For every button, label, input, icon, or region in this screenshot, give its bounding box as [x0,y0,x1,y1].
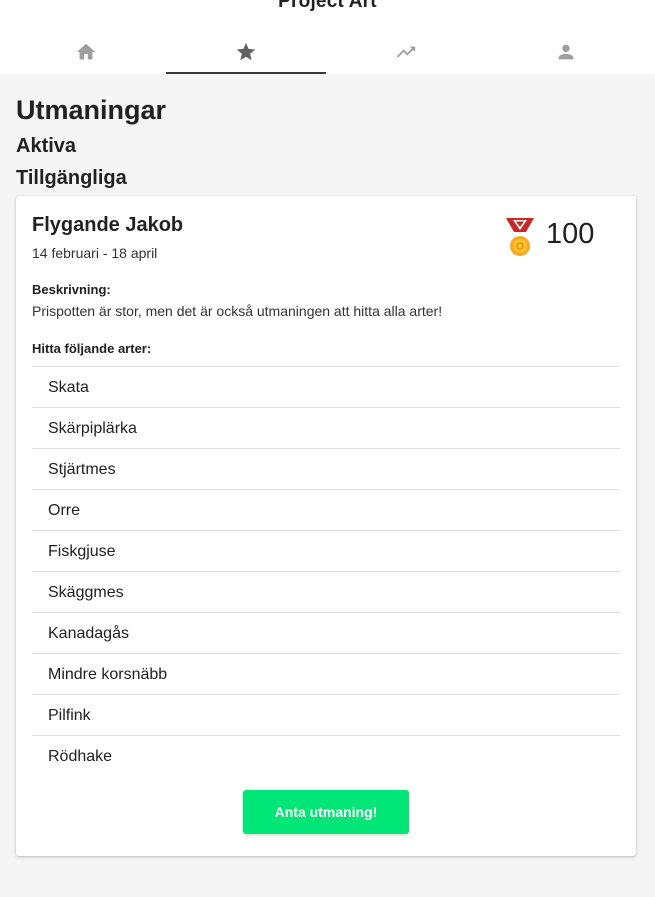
tab-home[interactable] [6,30,166,74]
tab-bar [6,30,646,74]
tab-stats[interactable] [326,30,486,74]
challenge-dates: 14 februari - 18 april [32,245,158,261]
medal-icon [506,218,534,256]
app-bar: Project Art [0,0,655,74]
section-available-heading: Tillgängliga [16,167,127,189]
description-text: Prispotten är stor, men det är också utm… [32,303,443,319]
species-item: Orre [32,490,620,531]
species-item: Rödhake [48,748,113,765]
app-title: Project Art [278,0,377,12]
species-item: Skata [32,367,620,408]
section-active-heading: Aktiva [16,135,77,157]
home-icon [76,43,96,60]
species-item: Kanadagås [32,613,620,654]
reward-points: 100 [546,217,595,250]
species-item: Fiskgjuse [32,531,620,572]
tab-profile[interactable] [486,30,646,74]
species-item: Mindre korsnäbb [32,654,620,695]
accept-challenge-button[interactable]: Anta utmaning! [243,790,409,834]
species-item: Pilfink [32,695,620,736]
reward: 100 [504,216,594,258]
trending-up-icon [396,46,416,58]
species-label: Hitta följande arter: [32,341,152,356]
page-title: Utmaningar [16,95,167,125]
species-item: Skäggmes [32,572,620,613]
challenge-name: Flygande Jakob [32,214,184,236]
species-item: Skärpiplärka [32,408,620,449]
challenge-card: Flygande Jakob 14 februari - 18 april 10… [16,196,636,856]
species-item: Stjärtmes [32,449,620,490]
person-icon [558,44,574,60]
tab-challenges[interactable] [166,30,326,74]
description-label: Beskrivning: [32,282,111,297]
star-icon [236,42,256,61]
species-list: Skata Skärpiplärka Stjärtmes Orre Fiskgj… [32,366,620,777]
